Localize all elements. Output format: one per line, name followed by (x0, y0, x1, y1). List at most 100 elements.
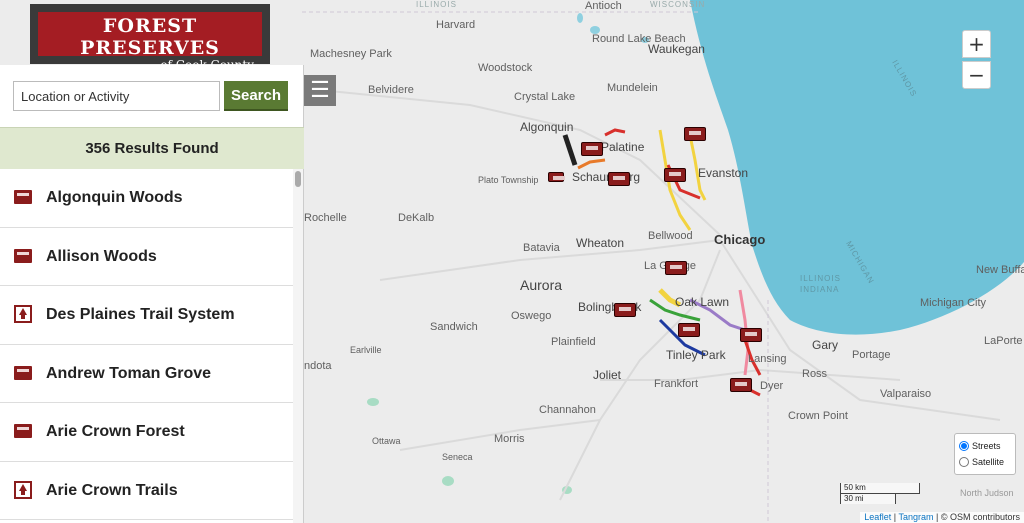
shelter-marker[interactable] (581, 142, 603, 156)
place-label: North Judson (960, 488, 1014, 498)
place-label: Evanston (698, 166, 749, 180)
place-label: DeKalb (398, 212, 435, 224)
streets-radio[interactable] (959, 441, 969, 451)
shelter-marker[interactable] (684, 127, 706, 141)
scrollbar[interactable] (293, 169, 303, 523)
place-label: Antioch (585, 0, 622, 12)
place-label: Algonquin (520, 120, 574, 134)
place-label: Plainfield (551, 336, 596, 348)
list-item-label: Andrew Toman Grove (46, 364, 212, 382)
place-label: Valparaiso (880, 388, 932, 400)
layer-option-satellite[interactable]: Satellite (959, 454, 1015, 470)
place-label: Sandwich (430, 321, 478, 333)
shelter-icon (14, 424, 32, 438)
trail-icon (14, 305, 32, 323)
place-label: Channahon (539, 404, 596, 416)
shelter-marker[interactable] (664, 168, 686, 182)
place-label: Chicago (714, 232, 766, 247)
list-item-label: Arie Crown Trails (46, 481, 178, 499)
search-input[interactable] (13, 81, 220, 111)
leaflet-link[interactable]: Leaflet (864, 512, 891, 522)
shelter-marker[interactable] (608, 172, 630, 186)
place-label: Oak Lawn (675, 295, 730, 309)
park-area (442, 476, 454, 486)
place-label: Lansing (748, 353, 787, 365)
place-label: Waukegan (648, 42, 705, 56)
place-label: New Buffalo (976, 264, 1024, 276)
place-label: Round Lake Beach (592, 33, 686, 45)
place-label: Morris (494, 433, 525, 445)
search-button[interactable]: Search (224, 81, 288, 111)
place-label: Batavia (523, 242, 560, 254)
list-item-label: Allison Woods (46, 247, 157, 265)
small-lake (577, 13, 583, 23)
results-list: Algonquin Woods Allison Woods Des Plaine… (0, 169, 293, 523)
place-label: INDIANA (800, 285, 840, 294)
place-label: Crown Point (788, 410, 848, 422)
shelter-icon (14, 365, 32, 380)
zoom-in-button[interactable]: + (962, 30, 991, 58)
list-item-label: Des Plaines Trail System (46, 306, 235, 323)
list-item[interactable]: Allison Woods (0, 228, 293, 286)
place-label: ILLINOIS (416, 0, 457, 9)
place-label: Harvard (436, 19, 476, 31)
layer-label: Streets (972, 441, 1001, 451)
place-label: Portage (852, 349, 891, 361)
sidebar: Search 356 Results Found Algonquin Woods… (0, 65, 304, 523)
list-item-label: Arie Crown Forest (46, 423, 185, 440)
place-label: Joliet (593, 368, 622, 382)
list-item[interactable]: Des Plaines Trail System (0, 286, 293, 345)
zoom-out-button[interactable]: − (962, 61, 991, 89)
place-label: Mundelein (607, 82, 658, 94)
shelter-icon (14, 190, 32, 204)
scale-bar: 50 km 30 mi (840, 483, 952, 504)
shelter-marker[interactable] (740, 328, 762, 342)
place-label: Earlville (350, 345, 382, 355)
place-label: Oswego (511, 310, 552, 322)
layer-label: Satellite (972, 457, 1005, 467)
place-label: ILLINOIS (800, 274, 841, 283)
tangram-link[interactable]: Tangram (898, 512, 933, 522)
place-label: Wheaton (576, 236, 625, 250)
layer-switcher: Streets Satellite (954, 433, 1016, 475)
logo[interactable]: FOREST PRESERVES of Cook County (30, 4, 270, 72)
shelter-marker[interactable] (548, 172, 565, 182)
place-label: ndota (304, 360, 332, 372)
place-label: Crystal Lake (514, 91, 576, 103)
shelter-marker[interactable] (678, 323, 700, 337)
place-label: WISCONSIN (650, 0, 706, 9)
park-area (367, 398, 379, 406)
place-label: Machesney Park (310, 48, 392, 60)
place-label: Woodstock (478, 62, 533, 74)
shelter-icon (14, 248, 32, 263)
shelter-marker[interactable] (730, 378, 752, 392)
trail-icon (14, 480, 32, 499)
scroll-thumb[interactable] (295, 171, 301, 187)
place-label: Tinley Park (666, 348, 726, 362)
shelter-marker[interactable] (665, 261, 687, 275)
scale-imperial: 30 mi (840, 493, 896, 504)
list-item[interactable]: Arie Crown Trails (0, 462, 293, 520)
hamburger-icon[interactable]: ☰ (304, 75, 336, 106)
layer-option-streets[interactable]: Streets (959, 438, 1015, 454)
list-item[interactable]: Algonquin Woods (0, 169, 293, 228)
place-label: Plato Township (478, 175, 539, 185)
place-label: Seneca (442, 452, 473, 462)
place-label: Dyer (760, 380, 784, 392)
logo-badge: FOREST PRESERVES of Cook County (38, 12, 262, 72)
place-label: LaPorte (984, 335, 1023, 347)
search-row: Search (0, 65, 303, 127)
map-attribution: Leaflet | Tangram | © OSM contributors (860, 512, 1024, 523)
place-label: Ottawa (372, 436, 401, 446)
results-count: 356 Results Found (0, 127, 304, 169)
list-item[interactable]: Arie Crown Forest (0, 403, 293, 462)
list-item[interactable]: Andrew Toman Grove (0, 345, 293, 403)
place-label: Belvidere (368, 84, 414, 96)
place-label: Ross (802, 368, 828, 380)
shelter-marker[interactable] (614, 303, 636, 317)
satellite-radio[interactable] (959, 457, 969, 467)
place-label: Rochelle (304, 212, 347, 224)
place-label: Aurora (520, 277, 563, 293)
logo-title: FOREST PRESERVES (80, 15, 220, 59)
place-label: Gary (812, 338, 839, 352)
